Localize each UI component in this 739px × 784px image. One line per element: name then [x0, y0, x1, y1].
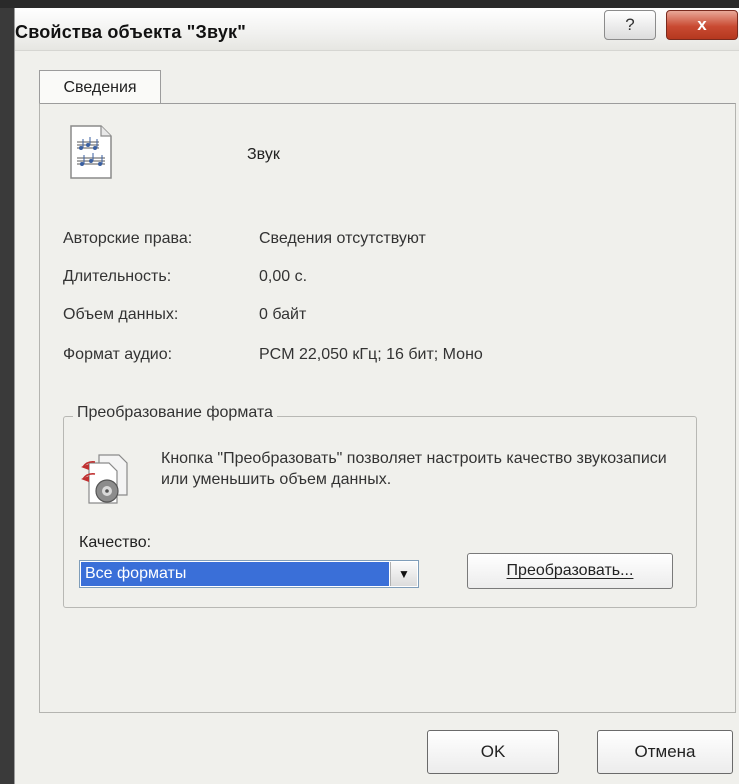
title-bar[interactable]: Свойства объекта "Звук" ? x — [15, 8, 739, 51]
tab-details[interactable]: Сведения — [39, 70, 161, 104]
help-button[interactable]: ? — [604, 10, 656, 40]
cancel-button[interactable]: Отмена — [597, 730, 733, 774]
audio-format-value: PCM 22,050 кГц; 16 бит; Моно — [259, 346, 483, 363]
quality-selected-value[interactable]: Все форматы — [81, 562, 389, 586]
ok-button[interactable]: OK — [427, 730, 559, 774]
convert-button[interactable]: Преобразовать... — [467, 553, 673, 589]
copyright-label: Авторские права: — [63, 230, 193, 247]
tab-strip: Сведения — [15, 52, 739, 104]
quality-select[interactable]: Все форматы ▼ — [79, 560, 419, 588]
convert-description: Кнопка "Преобразовать" позволяет настрои… — [161, 450, 667, 488]
convert-icon — [81, 454, 128, 504]
data-size-value: 0 байт — [259, 306, 307, 323]
copyright-value: Сведения отсутствуют — [259, 230, 426, 247]
group-title: Преобразование формата — [73, 404, 277, 422]
data-size-label: Объем данных: — [63, 306, 179, 323]
close-button[interactable]: x — [666, 10, 738, 40]
properties-dialog: Свойства объекта "Звук" ? x Сведения Зву… — [14, 8, 739, 784]
sound-file-icon — [70, 125, 112, 179]
file-name: Звук — [247, 146, 280, 163]
audio-format-label: Формат аудио: — [63, 346, 173, 363]
desktop-left-edge — [0, 0, 14, 784]
desktop-top-edge — [0, 0, 739, 8]
window-title: Свойства объекта "Звук" — [15, 22, 246, 42]
duration-value: 0,00 с. — [259, 268, 308, 285]
quality-label: Качество: — [79, 534, 152, 551]
duration-label: Длительность: — [63, 268, 172, 285]
chevron-down-icon[interactable]: ▼ — [390, 562, 417, 586]
